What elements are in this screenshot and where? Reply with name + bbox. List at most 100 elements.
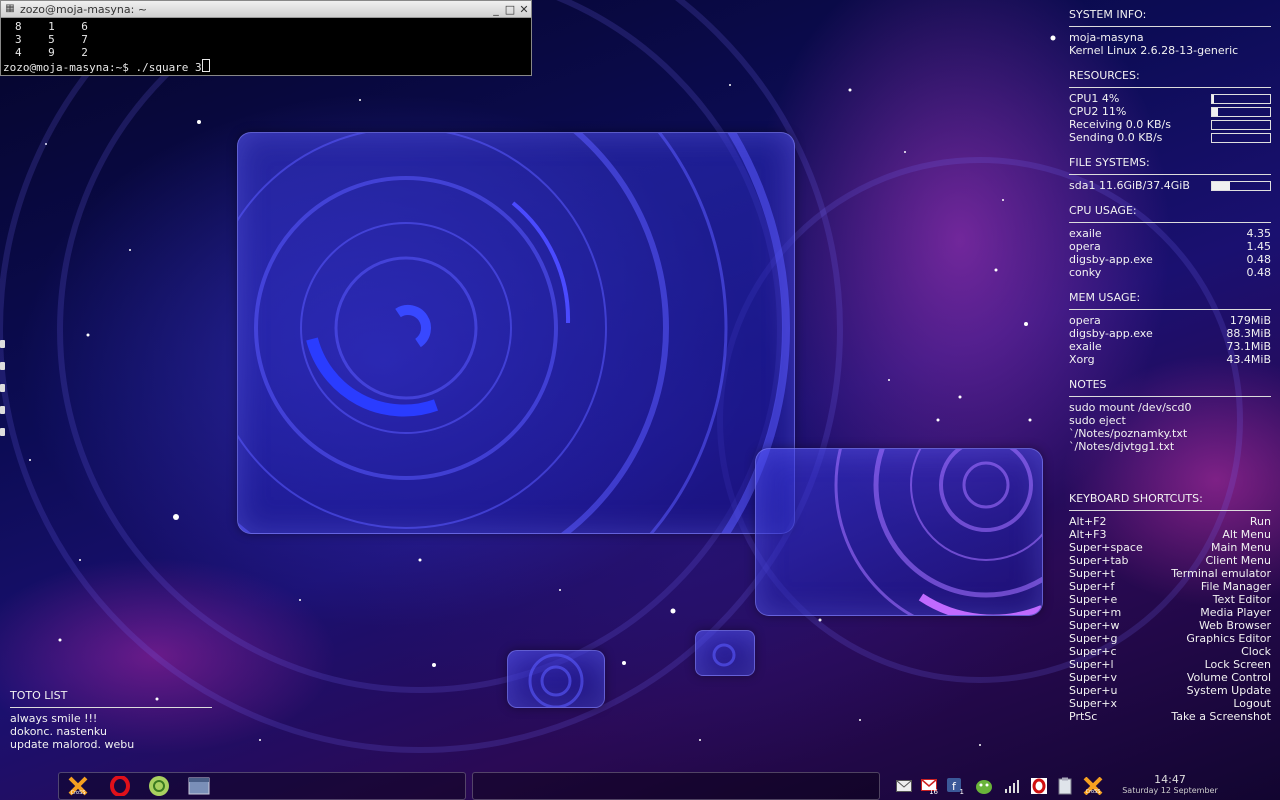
shortcut-row: Super+tab Client Menu [1069, 554, 1271, 567]
terminal-title: zozo@moja-masyna: ~ [20, 2, 148, 16]
divider [1069, 309, 1271, 310]
clipboard-icon[interactable] [1056, 777, 1074, 795]
note-line: sudo eject [1069, 414, 1126, 427]
maximize-button[interactable]: □ [503, 3, 517, 16]
mem-process-row: exaile 73.1MiB [1069, 340, 1271, 353]
terminal-prompt: zozo@moja-masyna:~$ ./square 3 [3, 61, 202, 74]
shortcut-row: Alt+F2 Run [1069, 515, 1271, 528]
mem-process-row: opera 179MiB [1069, 314, 1271, 327]
cpu-process-row-value: 0.48 [1246, 266, 1272, 279]
crossover-icon[interactable]: CroSS [66, 775, 90, 797]
shortcut-row: Super+t Terminal emulator [1069, 567, 1271, 580]
wallpaper-glass-panel-tiny [695, 630, 755, 676]
mem-usage-title: MEM USAGE: [1069, 291, 1141, 304]
terminal-prompt-line[interactable]: zozo@moja-masyna:~$ ./square 3 [3, 59, 531, 74]
shortcut-row-value: Client Menu [1205, 554, 1271, 567]
mem-process-row-value: 73.1MiB [1226, 340, 1271, 353]
network-signal-icon[interactable] [1003, 778, 1021, 794]
shortcut-row: Super+x Logout [1069, 697, 1271, 710]
shortcut-row-value: System Update [1186, 684, 1271, 697]
shortcut-row-value: Graphics Editor [1186, 632, 1271, 645]
close-button[interactable]: ✕ [517, 3, 531, 16]
clock-time: 14:47 [1154, 773, 1186, 786]
left-widget [0, 406, 5, 414]
clock-date: Saturday 12 September [1122, 786, 1218, 795]
divider [1069, 87, 1271, 88]
shortcut-row-name: Super+e [1069, 593, 1118, 606]
crossover-tray-icon[interactable]: CroSS [1082, 777, 1104, 795]
shortcut-row-value: Lock Screen [1204, 658, 1271, 671]
filesystem-usage-bar [1211, 181, 1271, 191]
left-widget [0, 428, 5, 436]
cpu-process-row-value: 4.35 [1246, 227, 1272, 240]
mail-icon[interactable] [895, 778, 913, 794]
divider [1069, 222, 1271, 223]
filesystem-row: sda1 11.6GiB/37.4GiB [1069, 179, 1271, 192]
shortcut-row: Super+m Media Player [1069, 606, 1271, 619]
exaile-icon[interactable] [147, 775, 171, 797]
terminal-window[interactable]: ▦ zozo@moja-masyna: ~ _ □ ✕ 8 1 63 5 74 … [0, 0, 532, 76]
wallpaper-glass-panel-medium [755, 448, 1043, 616]
mem-process-row-name: digsby-app.exe [1069, 327, 1153, 340]
terminal-titlebar[interactable]: ▦ zozo@moja-masyna: ~ _ □ ✕ [1, 1, 531, 18]
show-desktop-icon[interactable] [187, 775, 211, 797]
cpu-process-row-name: digsby-app.exe [1069, 253, 1153, 266]
left-widget [0, 340, 5, 348]
shortcut-row-value: Web Browser [1198, 619, 1271, 632]
file-systems-title: FILE SYSTEMS: [1069, 156, 1150, 169]
resource-label: Receiving 0.0 KB/s [1069, 118, 1171, 131]
shortcut-row-value: Volume Control [1186, 671, 1271, 684]
resource-bar [1211, 133, 1271, 143]
left-widget [0, 362, 5, 370]
svg-text:CroSS: CroSS [1086, 789, 1101, 795]
shortcut-row-value: Terminal emulator [1171, 567, 1271, 580]
terminal-menu-icon[interactable]: ▦ [4, 3, 16, 15]
shortcut-row-name: Super+f [1069, 580, 1115, 593]
shortcut-row-value: Text Editor [1212, 593, 1271, 606]
resource-bar-fill [1212, 95, 1215, 103]
svg-text:CroSS: CroSS [71, 790, 86, 796]
shortcut-row: Super+space Main Menu [1069, 541, 1271, 554]
filesystem-label: sda1 11.6GiB/37.4GiB [1069, 179, 1190, 192]
mem-process-row-name: Xorg [1069, 353, 1095, 366]
left-widget [0, 384, 5, 392]
shortcut-row-value: Main Menu [1211, 541, 1271, 554]
cpu-process-row-value: 0.48 [1246, 253, 1272, 266]
shortcut-row: Super+e Text Editor [1069, 593, 1271, 606]
note-line: `/Notes/poznamky.txt [1069, 427, 1188, 440]
terminal-line: 4 9 2 [15, 46, 88, 59]
shortcut-row-value: Take a Screenshot [1171, 710, 1271, 723]
resource-row: CPU2 11% [1069, 105, 1271, 118]
todo-item: update malorod. webu [10, 738, 135, 751]
wallpaper-glass-panel-large [237, 132, 795, 534]
cpu-process-row-name: conky [1069, 266, 1102, 279]
shortcut-row-name: Super+v [1069, 671, 1117, 684]
gmail-icon[interactable]: 16 [921, 778, 939, 794]
shortcut-row-name: Super+m [1069, 606, 1122, 619]
divider [1069, 26, 1271, 27]
shortcut-row-value: Clock [1241, 645, 1271, 658]
todo-item: dokonc. nastenku [10, 725, 107, 738]
opera-mail-icon[interactable] [1030, 778, 1048, 794]
taskbar-clock[interactable]: 14:47 Saturday 12 September [1118, 773, 1222, 796]
shortcut-row: Super+f File Manager [1069, 580, 1271, 593]
facebook-icon[interactable]: f1 [947, 778, 965, 794]
shortcut-row-name: Alt+F3 [1069, 528, 1107, 541]
mem-process-row-value: 88.3MiB [1226, 327, 1271, 340]
digsby-icon[interactable] [975, 778, 993, 794]
resource-bar [1211, 120, 1271, 130]
task-list-panel[interactable] [472, 772, 880, 800]
cpu-process-row-value: 1.45 [1246, 240, 1272, 253]
shortcut-row-name: Super+c [1069, 645, 1117, 658]
terminal-line: 3 5 7 [15, 33, 88, 46]
svg-text:16: 16 [929, 788, 938, 794]
left-edge-widgets [0, 340, 6, 450]
terminal-output[interactable]: 8 1 63 5 74 9 2 zozo@moja-masyna:~$ ./squ… [1, 18, 531, 74]
minimize-button[interactable]: _ [489, 3, 503, 16]
resource-label: CPU2 11% [1069, 105, 1127, 118]
resource-label: Sending 0.0 KB/s [1069, 131, 1163, 144]
shortcut-row-name: Super+u [1069, 684, 1118, 697]
resources-title: RESOURCES: [1069, 69, 1140, 82]
shortcut-row: Super+l Lock Screen [1069, 658, 1271, 671]
opera-icon[interactable] [108, 775, 132, 797]
